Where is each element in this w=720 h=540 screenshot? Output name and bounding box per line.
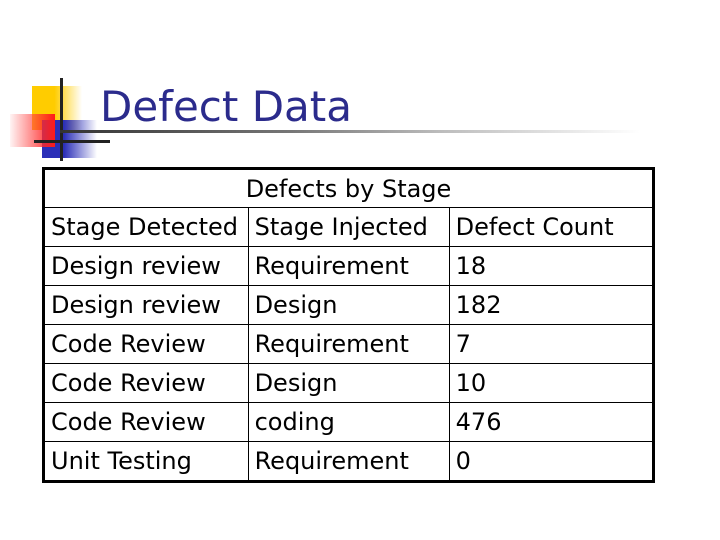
defect-count-cell: 10	[448, 363, 655, 403]
title-underline-divider	[60, 130, 640, 133]
stage-detected-cell: Unit Testing	[43, 441, 249, 482]
table-row: Unit Testing Requirement 0	[43, 441, 655, 482]
table-caption: Defects by Stage	[43, 168, 654, 208]
defect-count-cell: 0	[448, 441, 655, 482]
stage-detected-cell: Design review	[43, 285, 249, 325]
defect-count-cell: 18	[448, 246, 655, 286]
stage-injected-cell: Requirement	[247, 246, 450, 286]
table-row: Design review Design 182	[43, 285, 655, 325]
defects-table: Defects by Stage Stage Detected Stage In…	[42, 167, 655, 483]
horizontal-line-icon	[34, 140, 110, 143]
stage-injected-cell: Requirement	[247, 441, 450, 482]
defect-count-cell: 7	[448, 324, 655, 364]
defect-count-cell: 182	[448, 285, 655, 325]
column-header-stage-detected: Stage Detected	[43, 207, 249, 247]
stage-injected-cell: Design	[247, 285, 450, 325]
table-row: Code Review coding 476	[43, 402, 655, 442]
stage-injected-cell: Requirement	[247, 324, 450, 364]
table-caption-row: Defects by Stage	[43, 168, 654, 208]
stage-detected-cell: Code Review	[43, 324, 249, 364]
stage-detected-cell: Design review	[43, 246, 249, 286]
slide-title: Defect Data	[100, 82, 352, 131]
stage-detected-cell: Code Review	[43, 402, 249, 442]
stage-detected-cell: Code Review	[43, 363, 249, 403]
column-header-defect-count: Defect Count	[448, 207, 655, 247]
defect-count-cell: 476	[448, 402, 655, 442]
table-row: Design review Requirement 18	[43, 246, 655, 286]
table-row: Code Review Requirement 7	[43, 324, 655, 364]
stage-injected-cell: coding	[247, 402, 450, 442]
table-row: Code Review Design 10	[43, 363, 655, 403]
table-header-row: Stage Detected Stage Injected Defect Cou…	[43, 207, 655, 247]
stage-injected-cell: Design	[247, 363, 450, 403]
vertical-line-icon	[60, 78, 63, 161]
column-header-stage-injected: Stage Injected	[247, 207, 450, 247]
decorative-squares-logo-icon	[0, 70, 110, 170]
